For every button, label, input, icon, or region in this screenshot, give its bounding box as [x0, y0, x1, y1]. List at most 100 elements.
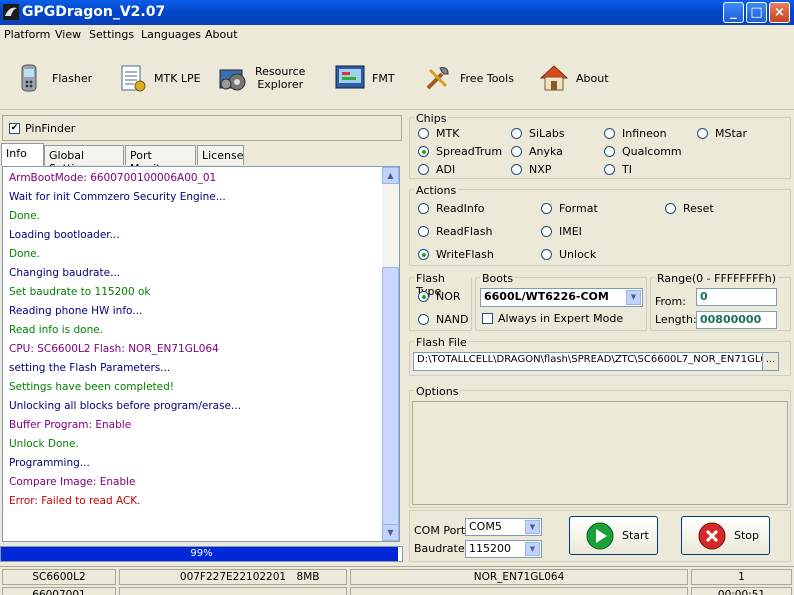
radio-icon — [541, 203, 552, 214]
log-line: Changing baudrate... — [9, 267, 121, 279]
stop-button[interactable]: Stop — [681, 516, 770, 555]
chip-silabs[interactable]: SiLabs — [511, 127, 565, 140]
log-line: ArmBootMode: 6600700100006A00_01 — [9, 172, 217, 184]
chevron-down-icon[interactable]: ▼ — [525, 542, 540, 556]
range-from-input[interactable]: 0 — [696, 288, 777, 306]
fmt-button[interactable]: FMT — [334, 56, 395, 100]
action-readflash[interactable]: ReadFlash — [418, 225, 492, 238]
chip-mstar[interactable]: MStar — [697, 127, 747, 140]
log-line: setting the Flash Parameters... — [9, 362, 171, 374]
tab-port-monitor[interactable]: Port Monitor — [125, 145, 196, 175]
radio-icon — [418, 314, 429, 325]
free-tools-button[interactable]: Free Tools — [422, 56, 514, 100]
chip-nxp[interactable]: NXP — [511, 163, 551, 176]
range-group: Range(0 - FFFFFFFFh) From: 0 Length: 008… — [650, 272, 791, 331]
action-reset[interactable]: Reset — [665, 202, 714, 215]
log-line: Unlocking all blocks before program/eras… — [9, 400, 242, 412]
free-tools-label: Free Tools — [460, 71, 514, 85]
start-button[interactable]: Start — [569, 516, 658, 555]
action-readinfo[interactable]: ReadInfo — [418, 202, 484, 215]
baudrate-value: 115200 — [469, 542, 511, 555]
log-line: Set baudrate to 115200 ok — [9, 286, 151, 298]
action-unlock[interactable]: Unlock — [541, 248, 596, 261]
browse-button[interactable]: ... — [762, 352, 779, 371]
menu-settings[interactable]: Settings — [89, 28, 134, 41]
action-writeflash-label: WriteFlash — [436, 248, 494, 261]
expert-mode-checkbox[interactable] — [482, 313, 493, 324]
flasher-button[interactable]: Flasher — [14, 56, 92, 100]
chip-ti[interactable]: TI — [604, 163, 632, 176]
chip-spreadtrum[interactable]: SpreadTrum — [418, 145, 502, 158]
action-imei[interactable]: IMEI — [541, 225, 582, 238]
radio-selected-icon — [418, 249, 429, 260]
menu-view[interactable]: View — [55, 28, 81, 41]
status-count: 1 — [691, 569, 792, 585]
status-bar: SC6600L2 007F227E22102201 8MB NOR_EN71GL… — [0, 566, 794, 595]
range-title: Range(0 - FFFFFFFFh) — [655, 272, 778, 285]
radio-icon — [541, 249, 552, 260]
mtk-lpe-button[interactable]: MTK LPE — [116, 56, 201, 100]
action-reset-label: Reset — [683, 202, 714, 215]
chip-ti-label: TI — [622, 163, 632, 176]
log-output[interactable]: ArmBootMode: 6600700100006A00_01 Wait for… — [2, 166, 400, 542]
log-line: Wait for init Commzero Security Engine..… — [9, 191, 226, 203]
action-writeflash[interactable]: WriteFlash — [418, 248, 494, 261]
log-line: Reading phone HW info... — [9, 305, 143, 317]
tab-license[interactable]: License — [197, 145, 244, 165]
chip-adi[interactable]: ADI — [418, 163, 455, 176]
range-length-input[interactable]: 00800000 — [696, 311, 777, 329]
pinfinder-checkbox[interactable]: ✔ — [9, 123, 20, 134]
flash-file-path-input[interactable]: D:\TOTALLCELL\DRAGON\flash\SPREAD\ZTC\SC… — [413, 352, 763, 371]
flash-type-nand[interactable]: NAND — [418, 313, 468, 326]
chip-silabs-label: SiLabs — [529, 127, 565, 140]
about-button[interactable]: About — [538, 56, 609, 100]
left-panel: ✔ PinFinder Info Global Settings Port Mo… — [0, 112, 406, 564]
flash-type-nor-label: NOR — [436, 290, 461, 303]
dragon-app-icon — [3, 4, 19, 20]
radio-icon — [418, 226, 429, 237]
action-readflash-label: ReadFlash — [436, 225, 493, 238]
radio-icon — [604, 146, 615, 157]
gears-icon — [219, 69, 246, 91]
chip-qualcomm-label: Qualcomm — [622, 145, 682, 158]
actions-group: Actions ReadInfo Format Reset ReadFlash … — [409, 184, 791, 266]
radio-icon — [511, 146, 522, 157]
boots-title: Boots — [480, 272, 516, 285]
menu-platform[interactable]: Platform — [4, 28, 50, 41]
radio-icon — [604, 128, 615, 139]
minimize-button[interactable]: _ — [723, 2, 744, 23]
chevron-down-icon[interactable]: ▼ — [525, 520, 540, 534]
tab-info[interactable]: Info — [1, 143, 44, 166]
window-title: GPGDragon_V2.07 — [22, 4, 166, 20]
expert-mode-label: Always in Expert Mode — [498, 312, 624, 325]
start-label: Start — [622, 529, 649, 542]
resource-explorer-button[interactable]: Resource Explorer — [217, 56, 305, 100]
chip-infineon[interactable]: Infineon — [604, 127, 667, 140]
flash-type-nor[interactable]: NOR — [418, 290, 461, 303]
tab-global-settings[interactable]: Global Settings — [44, 145, 124, 175]
baudrate-select[interactable]: 115200 ▼ — [465, 540, 542, 558]
menu-about[interactable]: About — [205, 28, 238, 41]
status-cpu: SC6600L2 — [2, 569, 116, 585]
tools-icon — [426, 67, 449, 90]
scroll-thumb[interactable] — [382, 267, 399, 525]
menu-languages[interactable]: Languages — [141, 28, 201, 41]
scroll-down-icon[interactable]: ▼ — [382, 524, 399, 541]
scroll-up-icon[interactable]: ▲ — [382, 167, 399, 184]
stop-label: Stop — [734, 529, 760, 542]
maximize-button[interactable]: □ — [746, 2, 767, 23]
chip-mtk[interactable]: MTK — [418, 127, 459, 140]
chevron-down-icon[interactable]: ▼ — [626, 290, 641, 305]
boots-select[interactable]: 6600L/WT6226-COM ▼ — [480, 288, 643, 307]
com-port-select[interactable]: COM5 ▼ — [465, 518, 542, 536]
document-icon — [121, 65, 146, 92]
action-format[interactable]: Format — [541, 202, 598, 215]
stop-icon — [698, 522, 726, 549]
log-scrollbar[interactable]: ▲ ▼ — [382, 167, 399, 541]
chip-anyka[interactable]: Anyka — [511, 145, 563, 158]
monitor-icon — [335, 65, 365, 89]
chip-qualcomm[interactable]: Qualcomm — [604, 145, 682, 158]
com-group: COM Port COM5 ▼ Baudrate 115200 ▼ Start … — [409, 510, 791, 562]
close-button[interactable]: × — [769, 2, 790, 23]
range-from-label: From: — [655, 295, 686, 308]
